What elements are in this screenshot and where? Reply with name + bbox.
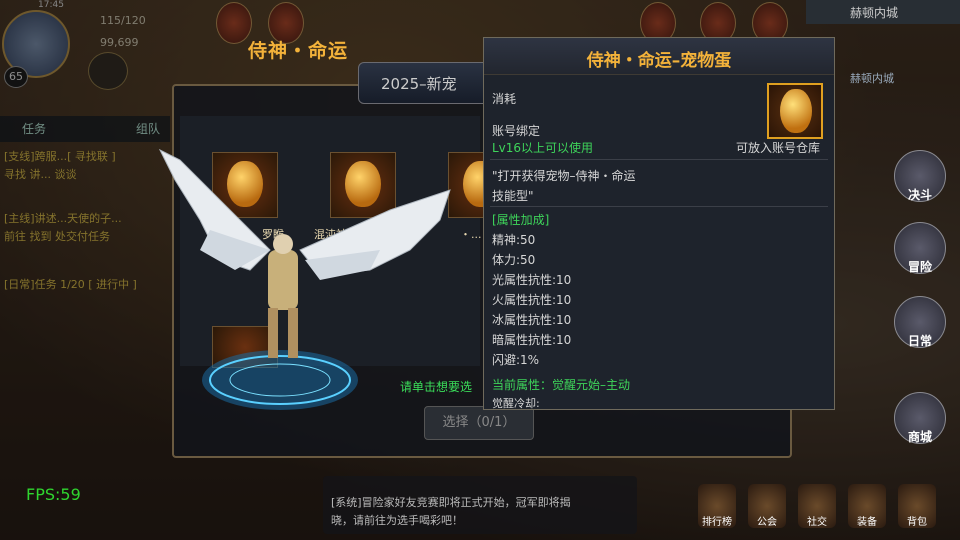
panel-title: 侍神・命运 [248, 40, 349, 62]
divider [490, 159, 828, 160]
attr-line: 精神:50 [492, 233, 536, 247]
tab-new-pet[interactable]: 2025–新宠 [358, 62, 500, 104]
awaken-cooldown: 觉醒冷却: [492, 397, 540, 410]
guild-label: 公会 [757, 517, 777, 528]
social-label: 社交 [807, 517, 827, 528]
bag-button[interactable]: 背包 [898, 484, 936, 528]
description-line: 技能型" [492, 189, 534, 203]
ranking-button[interactable]: 排行榜 [698, 484, 736, 528]
store-button[interactable]: 商城 [894, 392, 946, 444]
attr-line: 体力:50 [492, 253, 536, 267]
attr-header: [属性加成] [492, 213, 550, 227]
bind-status: 账号绑定 [492, 124, 541, 138]
attr-line: 光属性抗性:10 [492, 273, 572, 287]
tooltip-header: 侍神・命运–宠物蛋 [484, 38, 834, 75]
attr-line: 闪避:1% [492, 353, 540, 367]
attr-line: 火属性抗性:10 [492, 293, 572, 307]
item-type: 消耗 [492, 92, 517, 106]
divider [490, 206, 828, 207]
adventure-label: 冒险 [907, 260, 932, 274]
egg-icon [780, 89, 812, 133]
tooltip-title: 侍神・命运–宠物蛋 [586, 51, 732, 71]
ranking-label: 排行榜 [702, 517, 732, 528]
chat-line: 晓，请前往为选手喝彩吧！ [331, 514, 463, 527]
attr-line: 暗属性抗性:10 [492, 333, 572, 347]
adventure-button[interactable]: 冒险 [894, 222, 946, 274]
chat-box[interactable]: [系统]冒险家好友竞赛即将正式开始，冠军即将揭 晓，请前往为选手喝彩吧！ [323, 476, 637, 534]
tab-label: 2025–新宠 [381, 75, 457, 93]
attr-line: 冰属性抗性:10 [492, 313, 572, 327]
daily-button[interactable]: 日常 [894, 296, 946, 348]
storage-note: 可放入账号仓库 [736, 141, 821, 155]
store-label: 商城 [907, 430, 932, 444]
duel-label: 决斗 [907, 188, 932, 202]
select-button[interactable]: 选择（0/1） [424, 406, 534, 440]
social-button[interactable]: 社交 [798, 484, 836, 528]
item-tooltip: 侍神・命运–宠物蛋 消耗 账号绑定 Lv16以上可以使用 可放入账号仓库 "打开… [483, 37, 835, 410]
minimap-label: 赫顿内城 [850, 72, 894, 85]
equipment-label: 装备 [857, 517, 877, 528]
duel-button[interactable]: 决斗 [894, 150, 946, 202]
guild-button[interactable]: 公会 [748, 484, 786, 528]
description-line: "打开获得宠物–侍神・命运 [492, 169, 636, 183]
equipment-button[interactable]: 装备 [848, 484, 886, 528]
current-attribute: 当前属性：觉醒元始–主动 [492, 378, 631, 392]
location-bar[interactable]: 赫顿内城 [806, 0, 960, 24]
daily-label: 日常 [907, 334, 932, 348]
fps-counter: FPS:59 [26, 485, 81, 504]
select-hint: 请单击想要选 [400, 380, 473, 394]
pet-egg-item-icon [767, 83, 823, 139]
bag-label: 背包 [907, 517, 927, 528]
level-requirement: Lv16以上可以使用 [492, 141, 594, 155]
chat-line: [系统]冒险家好友竞赛即将正式开始，冠军即将揭 [331, 496, 571, 509]
location-name: 赫顿内城 [850, 6, 899, 20]
